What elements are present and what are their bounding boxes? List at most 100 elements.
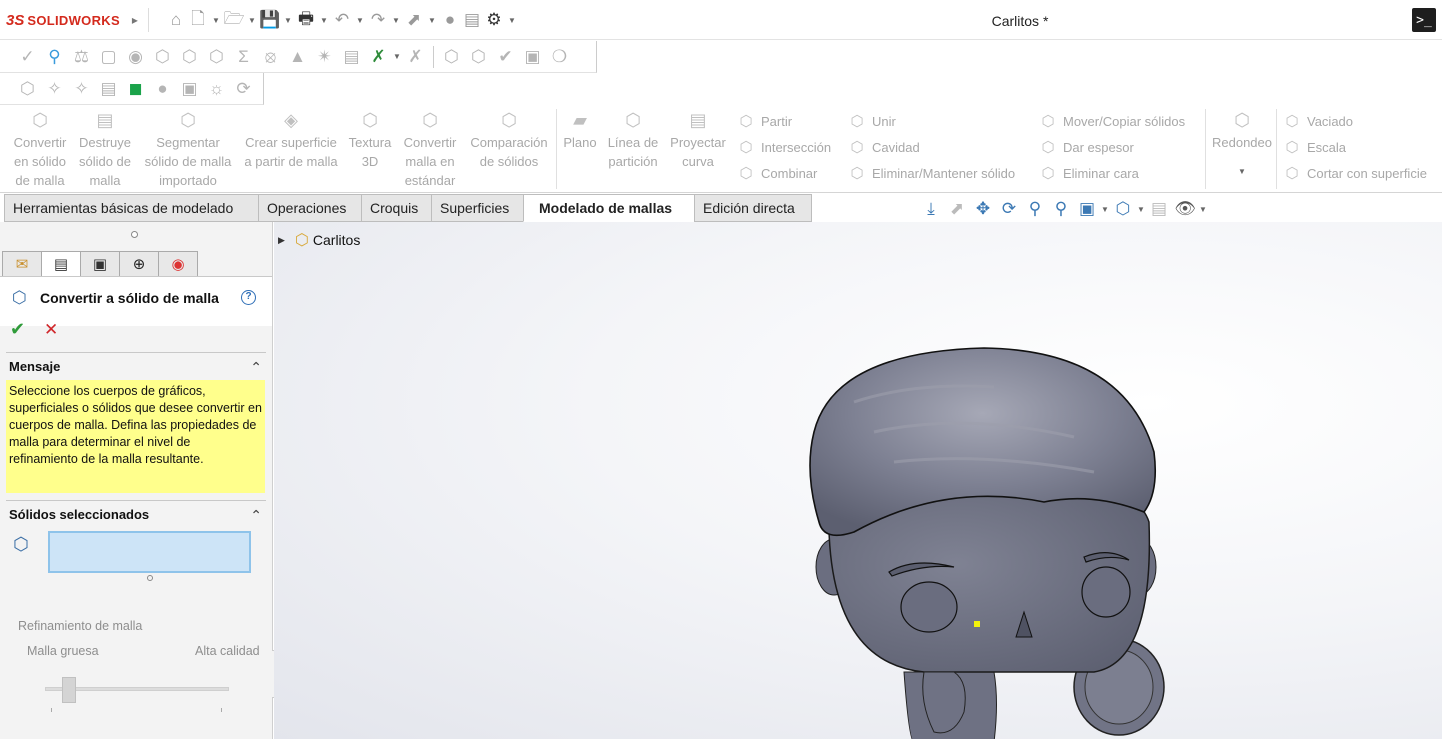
tab-herramientas-basicas[interactable]: Herramientas básicas de modelado <box>4 194 259 222</box>
cavidad-button[interactable]: ⬡ Cavidad <box>847 136 919 158</box>
sensor-icon[interactable]: ◉ <box>122 45 149 69</box>
chevron-down-icon[interactable]: ▼ <box>392 52 402 61</box>
proyectar-curva-button[interactable]: ▤ Proyectar curva <box>666 111 730 171</box>
mass-properties-icon[interactable]: ⚖ <box>68 45 95 69</box>
solidos-section-header[interactable]: Sólidos seleccionados ⌃ <box>6 500 266 526</box>
combinar-button[interactable]: ⬡ Combinar <box>736 162 817 184</box>
cancel-x-icon[interactable]: ✕ <box>44 320 58 340</box>
crear-superficie-button[interactable]: ◈ Crear superficie a partir de malla <box>240 111 342 171</box>
select-arrow-icon[interactable]: ⬈ <box>944 199 970 219</box>
list-resize-handle[interactable] <box>147 575 153 581</box>
chevron-down-icon[interactable]: ▼ <box>1198 205 1208 214</box>
segmentar-button[interactable]: ⬡ Segmentar sólido de malla importado <box>140 111 236 190</box>
comparacion-button[interactable]: ⬡ Comparación de sólidos <box>466 111 552 171</box>
check-icon[interactable]: ⬡ <box>176 45 203 69</box>
equations-sigma-icon[interactable]: Σ <box>230 45 257 69</box>
redo-icon[interactable]: ↷ <box>367 9 389 31</box>
dimxpert-tab-icon[interactable]: ⊕ <box>119 251 159 277</box>
configuration-manager-tab-icon[interactable]: ▣ <box>80 251 120 277</box>
chevron-up-icon[interactable]: ⌃ <box>250 501 262 529</box>
unir-button[interactable]: ⬡ Unir <box>847 110 895 132</box>
costing-icon[interactable]: ❍ <box>546 45 573 69</box>
import-diagnostics-icon[interactable]: ⬡ <box>203 45 230 69</box>
redondeo-button[interactable]: ⬡ Redondeo ▼ <box>1208 111 1276 181</box>
section-view-icon[interactable]: ▣ <box>1074 199 1100 219</box>
solidworks-logo[interactable]: 3S SOLIDWORKS ▸ <box>6 10 138 30</box>
part-name[interactable]: Carlitos <box>313 232 360 248</box>
undo-icon[interactable]: ↶ <box>331 9 353 31</box>
file-properties-icon[interactable]: ▤ <box>461 9 483 31</box>
print-icon[interactable]: 🖶 <box>295 9 317 31</box>
feature-manager-tab-icon[interactable]: ✉ <box>2 251 42 277</box>
tab-superficies[interactable]: Superficies <box>431 194 524 222</box>
chevron-down-icon[interactable]: ▼ <box>245 16 259 25</box>
cortar-superficie-button[interactable]: ⬡ Cortar con superficie <box>1282 162 1427 184</box>
save-icon[interactable]: 💾 <box>259 9 281 31</box>
geometry-analysis-icon[interactable]: ⬡ <box>149 45 176 69</box>
section-properties-icon[interactable]: ▢ <box>95 45 122 69</box>
eye-icon[interactable]: 👁 <box>1172 199 1198 219</box>
chevron-down-icon[interactable]: ▼ <box>505 16 519 25</box>
mesh-edit-icon[interactable]: ✧ <box>68 77 95 101</box>
display-manager-tab-icon[interactable]: ◉ <box>158 251 198 277</box>
graphics-area[interactable]: ▶ ⬡ Carlitos <box>274 222 1442 739</box>
home-icon[interactable]: ⌂ <box>165 9 187 31</box>
pan-icon[interactable]: ✥ <box>970 199 996 219</box>
help-icon[interactable]: ? <box>241 290 256 305</box>
chevron-down-icon[interactable]: ▼ <box>1136 205 1146 214</box>
mensaje-section-header[interactable]: Mensaje ⌃ <box>6 352 266 378</box>
tab-croquis[interactable]: Croquis <box>361 194 432 222</box>
display-style-icon[interactable]: ⬡ <box>1110 199 1136 219</box>
dar-espesor-button[interactable]: ⬡ Dar espesor <box>1038 136 1133 158</box>
lamp-icon[interactable]: ● <box>149 77 176 101</box>
open-icon[interactable]: 🗁 <box>223 9 245 31</box>
chevron-down-icon[interactable]: ▼ <box>209 16 223 25</box>
mover-copiar-button[interactable]: ⬡ Mover/Copiar sólidos <box>1038 110 1185 132</box>
tab-edicion-directa[interactable]: Edición directa <box>694 194 812 222</box>
chevron-down-icon[interactable]: ▼ <box>1100 205 1110 214</box>
zoom-icon[interactable]: ⚲ <box>1022 199 1048 219</box>
frame-icon[interactable]: ▣ <box>176 77 203 101</box>
zoom-area-icon[interactable]: ⚲ <box>1048 199 1074 219</box>
tab-modelado-mallas[interactable]: Modelado de mallas <box>523 194 695 222</box>
sun-icon[interactable]: ☼ <box>203 77 230 101</box>
textura-3d-button[interactable]: ⬡ Textura 3D <box>344 111 396 171</box>
panel-splitter-handle[interactable] <box>131 231 138 238</box>
design-checker-icon[interactable]: ▣ <box>519 45 546 69</box>
linea-particion-button[interactable]: ⬡ Línea de partición <box>604 111 662 171</box>
chevron-down-icon[interactable]: ▼ <box>1208 162 1276 181</box>
convertir-solido-button[interactable]: ⬡ Convertir en sólido de malla <box>8 111 72 190</box>
symmetry-icon[interactable]: ⬡ <box>465 45 492 69</box>
spellcheck-icon[interactable]: ✓ <box>14 45 41 69</box>
chevron-down-icon[interactable]: ▼ <box>281 16 295 25</box>
interference-icon[interactable]: ⦻ <box>257 45 284 69</box>
ok-check-icon[interactable]: ✔ <box>10 319 25 340</box>
measure-icon[interactable]: ⚲ <box>41 45 68 69</box>
hide-show-icon[interactable]: ▤ <box>1146 199 1172 219</box>
compare-icon[interactable]: ⬡ <box>438 45 465 69</box>
chevron-down-icon[interactable]: ▼ <box>425 16 439 25</box>
deviation-icon[interactable]: ✗ <box>402 45 429 69</box>
rotate-icon[interactable]: ⟳ <box>996 199 1022 219</box>
chevron-down-icon[interactable]: ▼ <box>317 16 331 25</box>
selected-solids-list[interactable] <box>48 531 251 573</box>
colored-cube-icon[interactable]: ◼ <box>122 77 149 101</box>
terminal-icon[interactable]: >_ <box>1412 8 1436 32</box>
vaciado-button[interactable]: ⬡ Vaciado <box>1282 110 1353 132</box>
tab-operaciones[interactable]: Operaciones <box>258 194 362 222</box>
expand-arrow-icon[interactable]: ▶ <box>278 235 285 246</box>
partir-button[interactable]: ⬡ Partir <box>736 110 792 132</box>
mesh-model-carlitos[interactable] <box>794 342 1174 739</box>
orbit-icon[interactable]: ⟳ <box>230 77 257 101</box>
options-gear-icon[interactable]: ⚙ <box>483 9 505 31</box>
draft-analysis-icon[interactable]: ▲ <box>284 45 311 69</box>
chevron-right-icon[interactable]: ▸ <box>132 13 138 27</box>
verify-icon[interactable]: ✔ <box>492 45 519 69</box>
interseccion-button[interactable]: ⬡ Intersección <box>736 136 831 158</box>
eliminar-mantener-button[interactable]: ⬡ Eliminar/Mantener sólido <box>847 162 1015 184</box>
convertir-estandar-button[interactable]: ⬡ Convertir malla en estándar <box>398 111 462 190</box>
mesh-data-icon[interactable]: ▤ <box>95 77 122 101</box>
rebuild-icon[interactable]: ● <box>439 9 461 31</box>
eliminar-cara-button[interactable]: ⬡ Eliminar cara <box>1038 162 1138 184</box>
chevron-down-icon[interactable]: ▼ <box>353 16 367 25</box>
